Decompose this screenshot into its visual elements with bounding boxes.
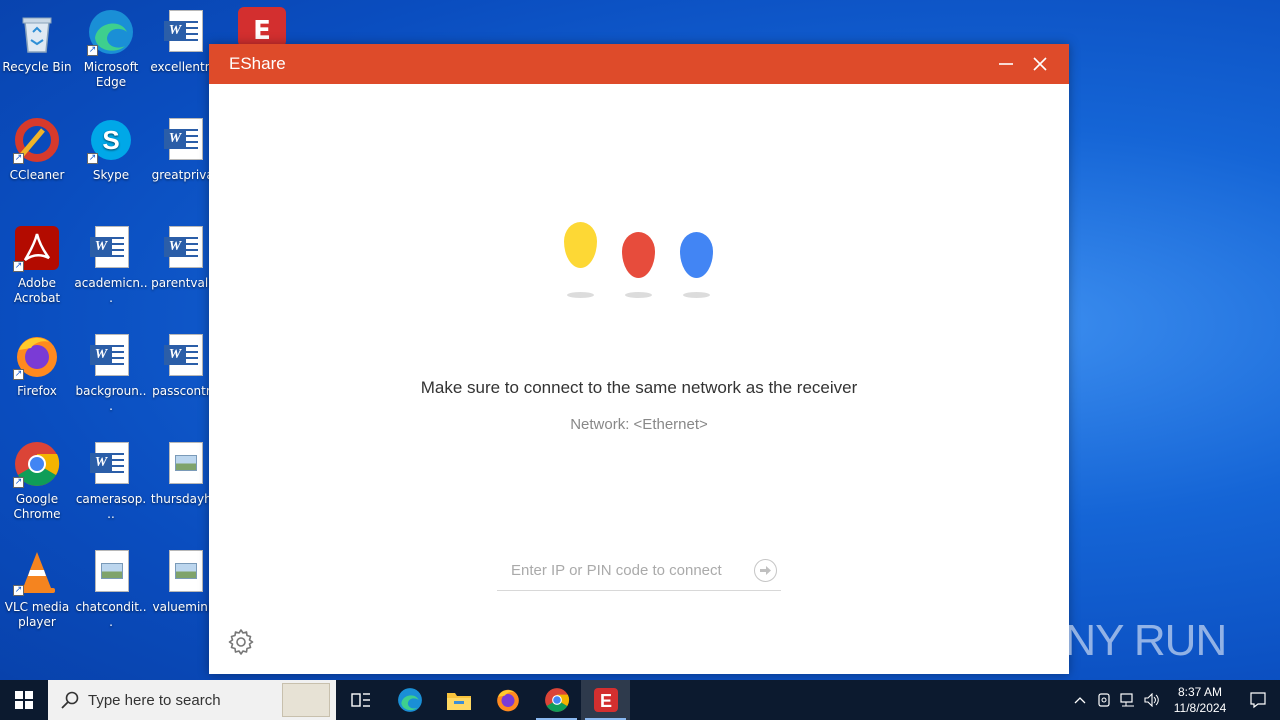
edge-icon: ↗ bbox=[87, 8, 135, 56]
minimize-button[interactable] bbox=[989, 44, 1023, 84]
start-button[interactable] bbox=[0, 680, 48, 720]
image-file-icon bbox=[161, 548, 209, 596]
drop-shadow bbox=[625, 292, 652, 298]
windows-logo-icon bbox=[15, 691, 33, 709]
arrow-right-icon bbox=[760, 566, 771, 575]
eshare-logo-icon: E bbox=[593, 688, 618, 712]
taskbar-chrome[interactable] bbox=[532, 680, 581, 720]
notification-icon bbox=[1250, 692, 1266, 709]
recycle-bin-icon bbox=[13, 8, 61, 56]
desktop-icon-microsoft-edge[interactable]: ↗ Microsoft Edge bbox=[74, 8, 148, 90]
system-tray: 8:37 AM 11/8/2024 bbox=[1068, 680, 1280, 720]
search-placeholder: Type here to search bbox=[88, 691, 221, 709]
notifications-button[interactable] bbox=[1236, 680, 1280, 720]
settings-button[interactable] bbox=[227, 628, 255, 656]
shortcut-arrow-icon: ↗ bbox=[87, 45, 98, 56]
taskbar-firefox[interactable] bbox=[483, 680, 532, 720]
desktop-icon-vlc[interactable]: ↗ VLC media player bbox=[0, 548, 74, 630]
taskbar-clock[interactable]: 8:37 AM 11/8/2024 bbox=[1164, 684, 1236, 716]
taskbar-search[interactable]: Type here to search bbox=[48, 680, 336, 720]
vlc-icon: ↗ bbox=[13, 548, 61, 596]
network-instruction: Make sure to connect to the same network… bbox=[420, 378, 858, 397]
shortcut-arrow-icon: ↗ bbox=[13, 261, 24, 272]
eshare-logo-icon: E bbox=[253, 16, 271, 46]
desktop-icon-word-doc[interactable]: W backgroun... bbox=[74, 332, 148, 414]
network-icon bbox=[1120, 693, 1134, 707]
desktop-icon-ccleaner[interactable]: ↗ CCleaner bbox=[0, 116, 74, 183]
clock-date: 11/8/2024 bbox=[1173, 701, 1227, 715]
close-icon bbox=[1033, 57, 1047, 71]
desktop-icon-eshare[interactable]: E bbox=[238, 7, 286, 47]
word-document-icon: W bbox=[87, 224, 135, 272]
desktop-icon-adobe-acrobat[interactable]: ↗ Adobe Acrobat bbox=[0, 224, 74, 306]
desktop-icon-skype[interactable]: S ↗ Skype bbox=[74, 116, 148, 183]
image-file-icon bbox=[161, 440, 209, 488]
search-icon bbox=[61, 691, 79, 709]
ip-pin-input[interactable] bbox=[497, 554, 747, 586]
blue-drop bbox=[680, 232, 713, 278]
gear-icon bbox=[228, 629, 254, 655]
taskbar-file-explorer[interactable] bbox=[434, 680, 483, 720]
task-view-icon bbox=[350, 693, 370, 707]
speaker-icon bbox=[1144, 693, 1159, 707]
close-button[interactable] bbox=[1023, 44, 1057, 84]
chrome-icon bbox=[544, 688, 569, 712]
word-document-icon: W bbox=[161, 116, 209, 164]
shortcut-arrow-icon: ↗ bbox=[13, 153, 24, 164]
chrome-icon: ↗ bbox=[13, 440, 61, 488]
skype-icon: S ↗ bbox=[87, 116, 135, 164]
edge-icon bbox=[397, 688, 422, 712]
adobe-acrobat-icon: ↗ bbox=[13, 224, 61, 272]
desktop-icon-word-doc[interactable]: W academicn... bbox=[74, 224, 148, 306]
taskbar: Type here to search E 8:37 AM 11/8/2024 bbox=[0, 680, 1280, 720]
taskbar-edge[interactable] bbox=[385, 680, 434, 720]
word-document-icon: W bbox=[161, 224, 209, 272]
desktop-icon-word-doc[interactable]: W camerasop... bbox=[74, 440, 148, 522]
network-button[interactable] bbox=[1116, 680, 1140, 720]
firefox-icon: ↗ bbox=[13, 332, 61, 380]
window-titlebar[interactable]: EShare bbox=[209, 44, 1069, 84]
tray-app-button[interactable] bbox=[1092, 680, 1116, 720]
word-document-icon: W bbox=[161, 8, 209, 56]
window-title: EShare bbox=[229, 54, 286, 73]
word-document-icon: W bbox=[161, 332, 209, 380]
shortcut-arrow-icon: ↗ bbox=[13, 585, 24, 596]
clock-time: 8:37 AM bbox=[1177, 685, 1223, 699]
minimize-icon bbox=[999, 63, 1013, 65]
desktop-icon-google-chrome[interactable]: ↗ Google Chrome bbox=[0, 440, 74, 522]
shortcut-arrow-icon: ↗ bbox=[13, 369, 24, 380]
eshare-window: EShare Make sure to connect to the same … bbox=[209, 44, 1069, 674]
show-hidden-icons-button[interactable] bbox=[1068, 680, 1092, 720]
word-document-icon: W bbox=[87, 440, 135, 488]
desktop-icon-image-file[interactable]: chatcondit... bbox=[74, 548, 148, 630]
folder-icon bbox=[446, 693, 471, 710]
taskbar-eshare[interactable]: E bbox=[581, 680, 630, 720]
yellow-drop bbox=[564, 222, 597, 268]
network-status: Network: <Ethernet> bbox=[570, 416, 708, 433]
drop-shadow bbox=[567, 292, 594, 298]
desktop-icon-recycle-bin[interactable]: Recycle Bin bbox=[0, 8, 74, 75]
image-file-icon bbox=[87, 548, 135, 596]
connection-animation bbox=[562, 222, 722, 302]
svg-text:S: S bbox=[102, 125, 119, 155]
shortcut-arrow-icon: ↗ bbox=[87, 153, 98, 164]
firefox-icon bbox=[496, 689, 519, 712]
word-document-icon: W bbox=[87, 332, 135, 380]
search-highlight-image bbox=[282, 683, 330, 717]
svg-text:E: E bbox=[599, 691, 611, 711]
red-drop bbox=[622, 232, 655, 278]
tray-device-icon bbox=[1098, 693, 1110, 707]
chevron-up-icon bbox=[1074, 697, 1086, 704]
shortcut-arrow-icon: ↗ bbox=[13, 477, 24, 488]
drop-shadow bbox=[683, 292, 710, 298]
connect-field bbox=[497, 554, 781, 591]
connect-button[interactable] bbox=[754, 559, 777, 582]
desktop-icon-firefox[interactable]: ↗ Firefox bbox=[0, 332, 74, 399]
volume-button[interactable] bbox=[1140, 680, 1164, 720]
ccleaner-icon: ↗ bbox=[13, 116, 61, 164]
task-view-button[interactable] bbox=[336, 680, 385, 720]
anyrun-watermark: ANY RUN bbox=[1036, 616, 1227, 665]
